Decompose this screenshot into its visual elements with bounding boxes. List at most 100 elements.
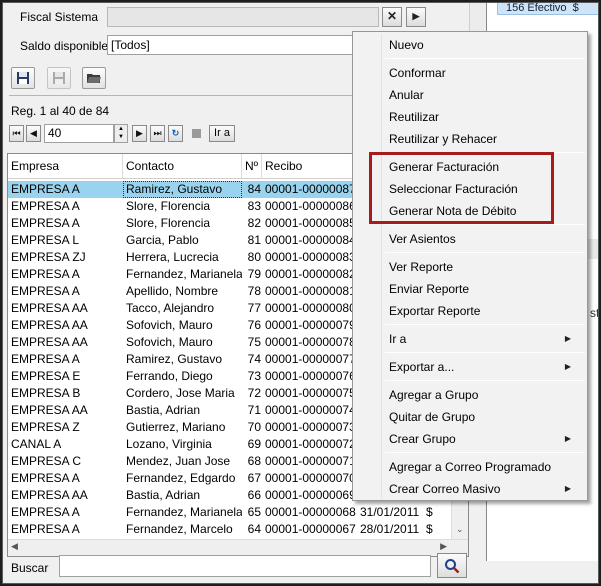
column-header-empresa[interactable]: Empresa	[8, 154, 123, 179]
cell-numero: 67	[247, 471, 261, 485]
menu-separator	[385, 224, 585, 225]
prev-page-button[interactable]: ◀	[26, 125, 41, 142]
cell-recibo: 00001-00000081	[265, 284, 356, 298]
menu-item-reutilizar[interactable]: Reutilizar	[355, 106, 585, 128]
play-icon: ▶	[412, 11, 420, 21]
cell-contacto: Sofovich, Mauro	[126, 318, 213, 332]
fiscal-field[interactable]	[107, 7, 379, 27]
cell-recibo: 00001-00000069	[265, 488, 356, 502]
table-row[interactable]: EMPRESA A Fernandez, Marianela 65 00001-000…	[8, 504, 468, 521]
cell-empresa: CANAL A	[11, 437, 62, 451]
cell-empresa: EMPRESA L	[11, 233, 80, 247]
refresh-icon: ↻	[171, 128, 180, 138]
cell-recibo: 00001-00000072	[265, 437, 356, 451]
cell-contacto: Ramirez, Gustavo	[126, 352, 223, 366]
menu-item-exportar-a[interactable]: Exportar a... ▶	[355, 356, 585, 378]
cell-contacto: Slore, Florencia	[126, 216, 211, 230]
search-button[interactable]	[437, 553, 467, 578]
next-page-button[interactable]: ▶	[132, 125, 147, 142]
cell-recibo: 00001-00000086	[265, 199, 356, 213]
menu-item-anular[interactable]: Anular	[355, 84, 585, 106]
menu-item-label: Reutilizar y Rehacer	[389, 132, 498, 146]
menu-item-crear-correo-masivo[interactable]: Crear Correo Masivo ▶	[355, 478, 585, 500]
stop-icon[interactable]	[192, 129, 201, 138]
save-button[interactable]	[11, 67, 35, 89]
page-input[interactable]: 40	[44, 124, 114, 143]
prev-icon: ◀	[30, 128, 37, 138]
save-icon	[53, 72, 65, 84]
menu-item-agregar-a-correo-programado[interactable]: Agregar a Correo Programado	[355, 456, 585, 478]
cell-contacto: Sofovich, Mauro	[126, 335, 213, 349]
column-header-contacto[interactable]: Contacto	[123, 154, 242, 179]
right-panel-item[interactable]: 156 Efectivo $	[497, 3, 598, 15]
cell-numero: 84	[247, 182, 261, 196]
menu-item-label: Crear Grupo	[389, 432, 456, 446]
saldo-select[interactable]: [Todos]	[107, 35, 357, 55]
menu-separator	[385, 58, 585, 59]
menu-item-conformar[interactable]: Conformar	[355, 62, 585, 84]
cell-recibo: 00001-00000070	[265, 471, 356, 485]
open-button[interactable]	[82, 67, 106, 89]
cell-contacto: Cordero, Jose Maria	[126, 386, 235, 400]
menu-item-label: Conformar	[389, 66, 446, 80]
cell-empresa: EMPRESA A	[11, 267, 80, 281]
chevron-down-icon[interactable]: ⌄	[456, 524, 464, 535]
cell-contacto: Bastia, Adrian	[126, 488, 201, 502]
cell-recibo: 00001-00000078	[265, 335, 356, 349]
menu-item-ver-reporte[interactable]: Ver Reporte	[355, 256, 585, 278]
cell-recibo: 00001-00000076	[265, 369, 356, 383]
cell-numero: 83	[247, 199, 261, 213]
cell-recibo: 00001-00000074	[265, 403, 356, 417]
column-header-numero[interactable]: Nº	[242, 154, 262, 179]
cell-empresa: EMPRESA A	[11, 199, 80, 213]
cell-numero: 73	[247, 369, 261, 383]
cell-contacto: Fernandez, Marcelo	[126, 522, 233, 536]
fiscal-label: Fiscal Sistema	[20, 10, 99, 24]
menu-item-agregar-a-grupo[interactable]: Agregar a Grupo	[355, 384, 585, 406]
cell-numero: 81	[247, 233, 261, 247]
first-page-button[interactable]: ⏮	[9, 125, 24, 142]
cell-contacto: Mendez, Juan Jose	[126, 454, 231, 468]
cell-recibo: 00001-00000079	[265, 318, 356, 332]
submenu-arrow-icon: ▶	[564, 334, 571, 343]
last-page-button[interactable]: ⏭	[150, 125, 165, 142]
last-icon: ⏭	[153, 128, 162, 138]
cell-empresa: EMPRESA A	[11, 522, 80, 536]
cell-fecha: 28/01/2011	[360, 522, 420, 536]
menu-item-crear-grupo[interactable]: Crear Grupo ▶	[355, 428, 585, 450]
cell-recibo: 00001-00000080	[265, 301, 356, 315]
cell-numero: 76	[247, 318, 261, 332]
menu-item-enviar-reporte[interactable]: Enviar Reporte	[355, 278, 585, 300]
menu-item-ver-asientos[interactable]: Ver Asientos	[355, 228, 585, 250]
save-all-button[interactable]	[47, 67, 71, 89]
search-input[interactable]	[59, 555, 431, 577]
menu-item-quitar-de-grupo[interactable]: Quitar de Grupo	[355, 406, 585, 428]
page-stepper[interactable]: ▲ ▼	[114, 124, 128, 143]
cell-contacto: Slore, Florencia	[126, 199, 211, 213]
cell-recibo: 00001-00000073	[265, 420, 356, 434]
cell-recibo: 00001-00000083	[265, 250, 356, 264]
table-row[interactable]: EMPRESA A Fernandez, Marcelo 64 00001-00000…	[8, 521, 468, 538]
go-to-button[interactable]: Ir a	[209, 125, 235, 142]
submenu-arrow-icon: ▶	[564, 484, 571, 493]
cell-empresa: EMPRESA ZJ	[11, 250, 86, 264]
cell-numero: 71	[247, 403, 261, 417]
grid-horizontal-scrollbar[interactable]: ◀ ▶	[8, 539, 468, 556]
cell-numero: 77	[247, 301, 261, 315]
menu-item-reutilizar-y-rehacer[interactable]: Reutilizar y Rehacer	[355, 128, 585, 150]
scroll-right-icon[interactable]: ▶	[440, 541, 447, 552]
menu-separator	[385, 352, 585, 353]
refresh-button[interactable]: ↻	[168, 125, 183, 142]
clear-button[interactable]: ✕	[382, 7, 402, 27]
cell-empresa: EMPRESA AA	[11, 403, 88, 417]
cell-contacto: Fernandez, Marianela	[126, 505, 242, 519]
scroll-left-icon[interactable]: ◀	[11, 541, 18, 552]
fiscal-next-button[interactable]: ▶	[406, 7, 426, 27]
cell-moneda: $	[426, 522, 433, 536]
menu-item-nuevo[interactable]: Nuevo	[355, 34, 585, 56]
menu-item-ir-a[interactable]: Ir a ▶	[355, 328, 585, 350]
menu-item-exportar-reporte[interactable]: Exportar Reporte	[355, 300, 585, 322]
search-label: Buscar	[11, 561, 49, 575]
cell-contacto: Ramirez, Gustavo	[123, 181, 242, 198]
cell-empresa: EMPRESA C	[11, 454, 82, 468]
